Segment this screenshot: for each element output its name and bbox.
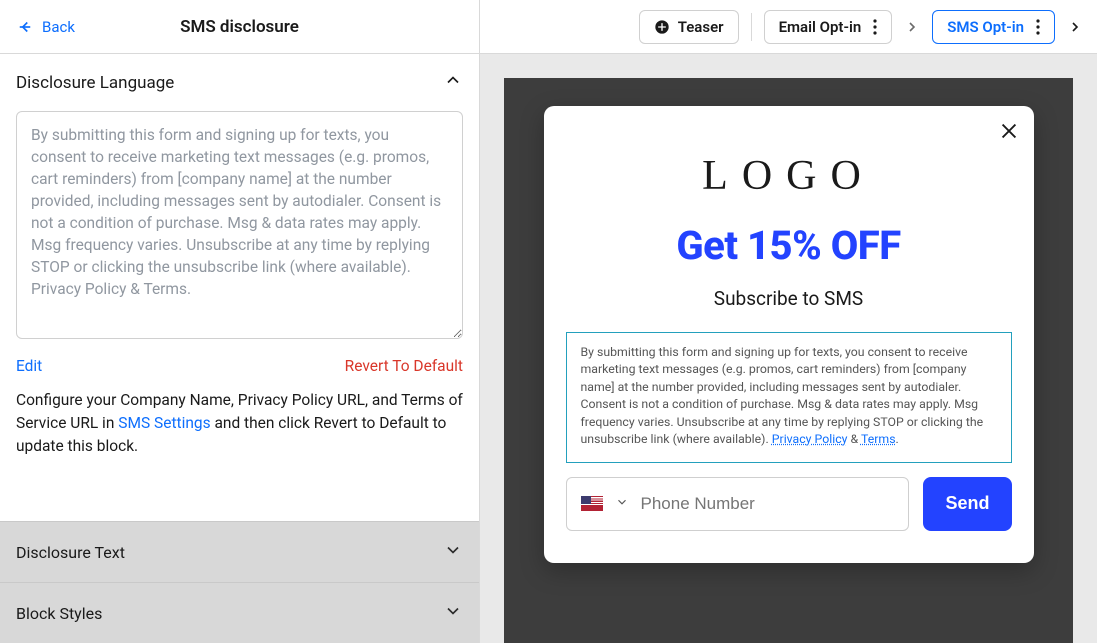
phone-input[interactable] <box>641 494 895 514</box>
section-label: Block Styles <box>16 604 102 623</box>
step-email-label: Email Opt-in <box>779 18 862 36</box>
back-button[interactable]: Back <box>16 18 75 36</box>
edit-link[interactable]: Edit <box>16 357 42 375</box>
section-title: Disclosure Language <box>16 73 174 93</box>
chevron-right-icon <box>904 19 920 35</box>
section-disclosure-text[interactable]: Disclosure Text <box>0 521 479 582</box>
settings-panel: Disclosure Language Edit Revert To Defau… <box>0 54 480 643</box>
section-disclosure-language[interactable]: Disclosure Language <box>0 54 479 111</box>
step-sms-optin[interactable]: SMS Opt-in <box>932 10 1055 44</box>
step-sms-label: SMS Opt-in <box>947 18 1024 36</box>
divider <box>751 13 752 41</box>
disclosure-textarea[interactable] <box>16 111 463 339</box>
section-block-styles[interactable]: Block Styles <box>0 582 479 643</box>
privacy-policy-link[interactable]: Privacy Policy <box>772 433 848 447</box>
section-label: Disclosure Text <box>16 543 125 562</box>
chevron-down-icon <box>443 540 463 564</box>
close-icon <box>998 120 1020 142</box>
kebab-icon[interactable] <box>1036 19 1040 35</box>
top-bar: Back SMS disclosure Teaser Email Opt-in <box>0 0 1097 54</box>
send-button[interactable]: Send <box>923 477 1011 531</box>
terms-link[interactable]: Terms <box>861 433 896 447</box>
chevron-right-icon[interactable] <box>1067 19 1083 35</box>
flag-us-icon <box>581 496 603 511</box>
subheadline: Subscribe to SMS <box>714 287 863 310</box>
step-email-optin[interactable]: Email Opt-in <box>764 10 893 44</box>
logo-text: LOGO <box>702 152 875 200</box>
arrow-left-icon <box>16 18 34 36</box>
plus-circle-icon <box>654 19 670 35</box>
step-teaser[interactable]: Teaser <box>639 10 739 44</box>
back-label: Back <box>42 18 75 36</box>
close-button[interactable] <box>998 120 1020 146</box>
sms-settings-link[interactable]: SMS Settings <box>118 414 210 432</box>
chevron-up-icon <box>443 70 463 95</box>
popup-preview: LOGO Get 15% OFF Subscribe to SMS By sub… <box>544 106 1034 563</box>
revert-link[interactable]: Revert To Default <box>345 357 463 375</box>
preview-pane: LOGO Get 15% OFF Subscribe to SMS By sub… <box>480 54 1097 643</box>
kebab-icon[interactable] <box>873 19 877 35</box>
preview-canvas: LOGO Get 15% OFF Subscribe to SMS By sub… <box>504 78 1073 643</box>
disclosure-preview-box: By submitting this form and signing up f… <box>566 332 1012 463</box>
phone-input-wrapper[interactable] <box>566 477 910 531</box>
chevron-down-icon <box>443 601 463 625</box>
headline: Get 15% OFF <box>676 222 900 269</box>
chevron-down-icon[interactable] <box>615 494 629 513</box>
step-teaser-label: Teaser <box>678 18 724 36</box>
help-text: Configure your Company Name, Privacy Pol… <box>16 389 463 458</box>
